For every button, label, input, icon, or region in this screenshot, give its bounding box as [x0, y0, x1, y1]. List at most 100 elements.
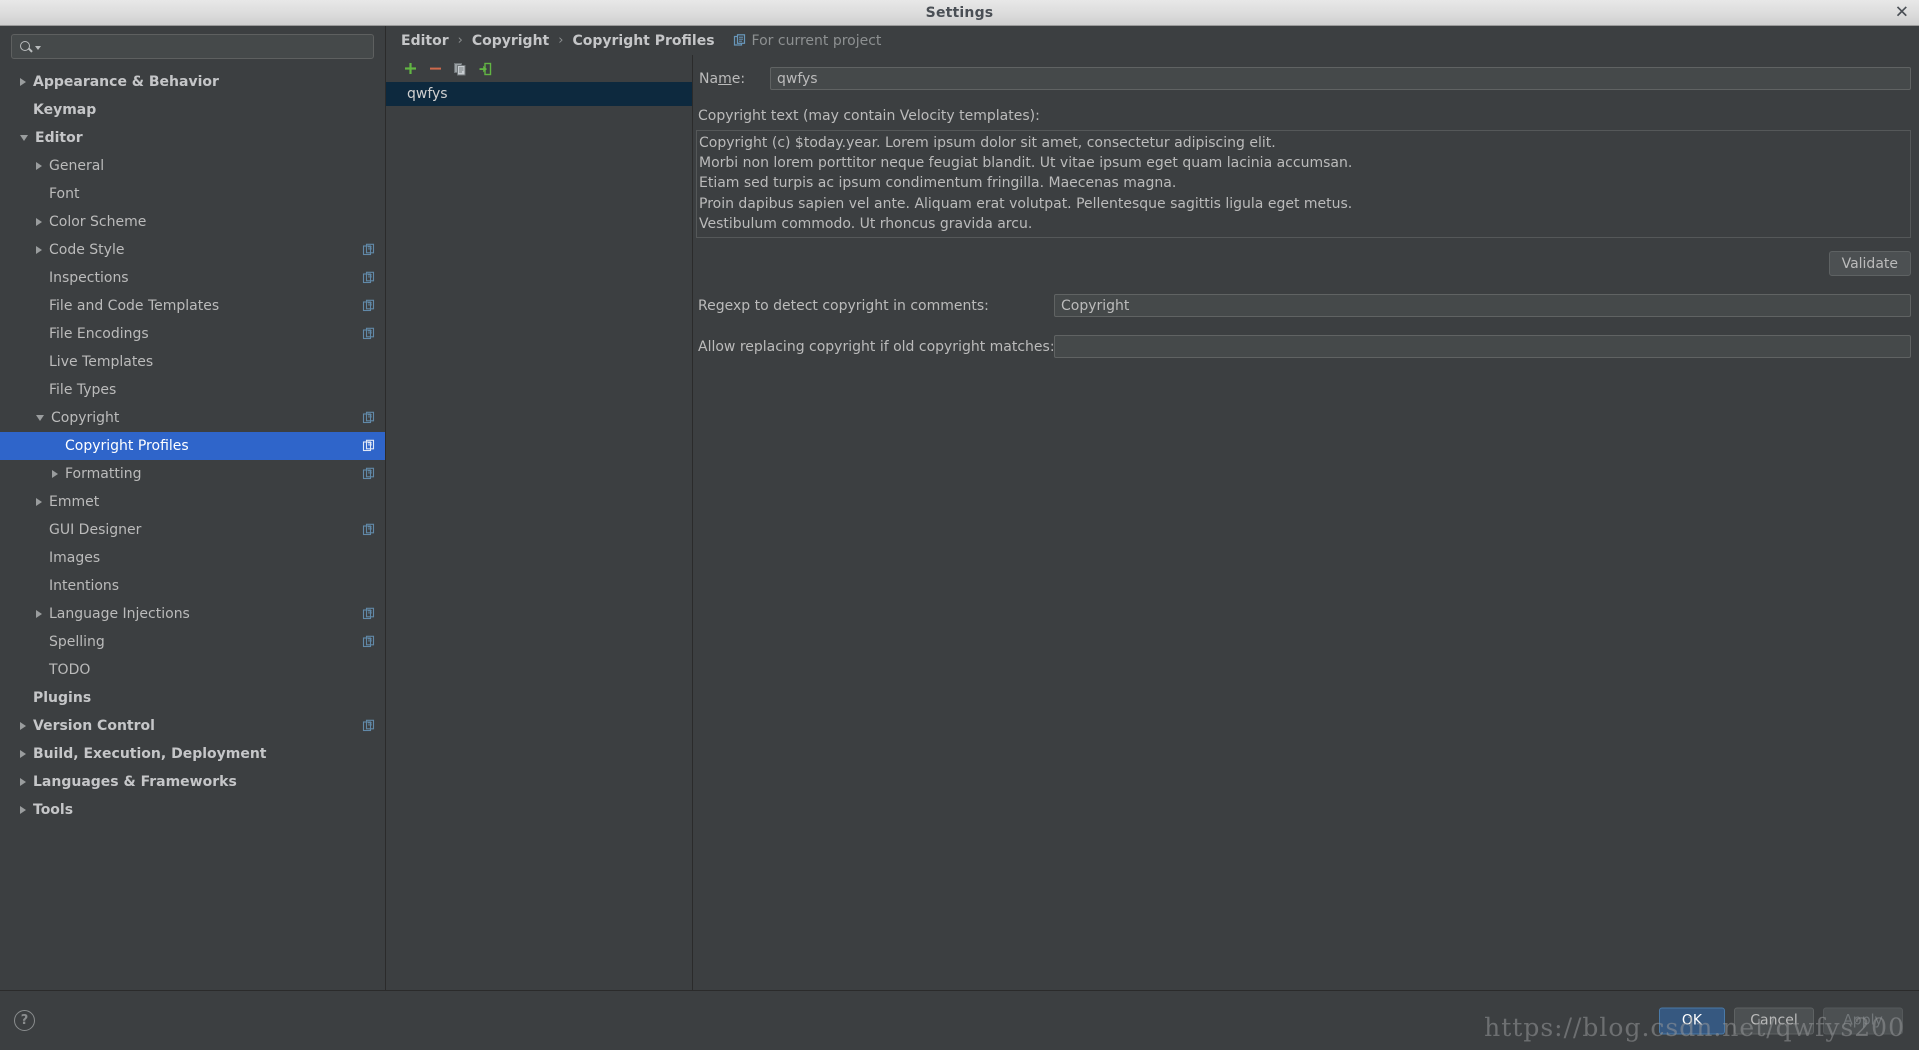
sidebar-item-language-injections[interactable]: Language Injections	[0, 600, 385, 628]
sidebar-item-label: Copyright	[51, 410, 120, 426]
sidebar-item-build-execution-deployment[interactable]: Build, Execution, Deployment	[0, 740, 385, 768]
chevron-right-icon[interactable]	[36, 162, 42, 170]
sidebar-item-label: Languages & Frameworks	[33, 774, 237, 790]
sidebar-item-tools[interactable]: Tools	[0, 796, 385, 824]
sidebar-item-appearance-behavior[interactable]: Appearance & Behavior	[0, 68, 385, 96]
profile-list-item-label: qwfys	[407, 86, 448, 102]
sidebar-item-label: Live Templates	[49, 354, 154, 370]
chevron-right-icon[interactable]	[36, 498, 42, 506]
project-scope-icon	[362, 327, 375, 341]
name-input[interactable]	[770, 67, 1911, 90]
sidebar-item-todo[interactable]: TODO	[0, 656, 385, 684]
profile-list-item[interactable]: qwfys	[386, 82, 692, 106]
sidebar-item-gui-designer[interactable]: GUI Designer	[0, 516, 385, 544]
project-scope-icon	[733, 34, 746, 47]
scope-note: For current project	[733, 32, 882, 49]
footer-buttons: OK Cancel Apply	[1659, 1007, 1903, 1034]
sidebar-item-emmet[interactable]: Emmet	[0, 488, 385, 516]
sidebar-item-file-and-code-templates[interactable]: File and Code Templates	[0, 292, 385, 320]
sidebar-item-copyright-profiles[interactable]: Copyright Profiles	[0, 432, 385, 460]
sidebar-item-label: Keymap	[33, 102, 97, 118]
sidebar-item-label: Intentions	[49, 578, 120, 594]
chevron-right-icon[interactable]	[36, 246, 42, 254]
sidebar-item-label: Code Style	[49, 242, 125, 258]
sidebar-item-label: Appearance & Behavior	[33, 74, 219, 90]
sidebar-item-formatting[interactable]: Formatting	[0, 460, 385, 488]
remove-profile-button[interactable]	[424, 58, 446, 80]
sidebar-item-intentions[interactable]: Intentions	[0, 572, 385, 600]
project-scope-icon	[362, 719, 375, 733]
regex-replace-input[interactable]	[1054, 335, 1911, 359]
validate-row: Validate	[696, 251, 1911, 277]
validate-button[interactable]: Validate	[1828, 251, 1911, 277]
settings-tree: Appearance & Behavior Keymap Editor General…	[0, 67, 385, 990]
sidebar-item-label: Spelling	[49, 634, 105, 650]
sidebar-item-images[interactable]: Images	[0, 544, 385, 572]
search-container	[0, 34, 385, 67]
import-profile-button[interactable]	[474, 58, 496, 80]
window-body: Appearance & Behavior Keymap Editor General…	[0, 26, 1919, 990]
title-bar: Settings ✕	[0, 0, 1919, 26]
profile-details: Name: Copyright text (may contain Veloci…	[693, 55, 1919, 990]
breadcrumb-separator: ›	[457, 33, 463, 48]
chevron-right-icon[interactable]	[20, 750, 26, 758]
sidebar-item-label: Version Control	[33, 718, 155, 734]
scope-note-label: For current project	[751, 32, 882, 49]
chevron-down-icon[interactable]	[35, 46, 41, 50]
sidebar-item-file-types[interactable]: File Types	[0, 376, 385, 404]
close-icon[interactable]: ✕	[1895, 4, 1909, 21]
search-box[interactable]	[11, 34, 374, 59]
sidebar-item-spelling[interactable]: Spelling	[0, 628, 385, 656]
apply-button[interactable]: Apply	[1823, 1007, 1903, 1034]
sidebar-item-languages-frameworks[interactable]: Languages & Frameworks	[0, 768, 385, 796]
sidebar-item-plugins[interactable]: Plugins	[0, 684, 385, 712]
project-scope-icon	[362, 271, 375, 285]
add-profile-button[interactable]	[399, 58, 421, 80]
chevron-right-icon[interactable]	[20, 806, 26, 814]
chevron-right-icon[interactable]	[20, 722, 26, 730]
chevron-right-icon[interactable]	[20, 78, 26, 86]
cancel-button[interactable]: Cancel	[1734, 1007, 1814, 1034]
sidebar-item-inspections[interactable]: Inspections	[0, 264, 385, 292]
sidebar-item-label: Formatting	[65, 466, 142, 482]
search-input[interactable]	[44, 39, 366, 54]
sidebar-item-label: Language Injections	[49, 606, 190, 622]
sidebar-item-general[interactable]: General	[0, 152, 385, 180]
sidebar-item-label: Plugins	[33, 690, 92, 706]
chevron-down-icon[interactable]	[36, 415, 44, 421]
content-pane: Editor › Copyright › Copyright Profiles	[386, 26, 1919, 990]
sidebar-item-label: Tools	[33, 802, 74, 818]
panes: qwfys Name: Copyright text (may contain …	[386, 55, 1919, 990]
sidebar-item-file-encodings[interactable]: File Encodings	[0, 320, 385, 348]
chevron-right-icon[interactable]	[20, 778, 26, 786]
copy-profile-button[interactable]	[449, 58, 471, 80]
project-scope-icon	[362, 243, 375, 257]
sidebar-item-font[interactable]: Font	[0, 180, 385, 208]
copyright-text-area[interactable]: Copyright (c) $today.year. Lorem ipsum d…	[696, 130, 1911, 239]
sidebar-item-copyright[interactable]: Copyright	[0, 404, 385, 432]
search-icon	[19, 40, 32, 53]
ok-button[interactable]: OK	[1659, 1007, 1725, 1034]
breadcrumb-item-0[interactable]: Editor	[401, 33, 449, 49]
sidebar-item-version-control[interactable]: Version Control	[0, 712, 385, 740]
chevron-right-icon[interactable]	[36, 218, 42, 226]
breadcrumb-separator: ›	[558, 33, 564, 48]
regex-detect-input[interactable]	[1054, 294, 1911, 318]
sidebar-item-label: File Types	[49, 382, 117, 398]
sidebar-item-live-templates[interactable]: Live Templates	[0, 348, 385, 376]
chevron-down-icon[interactable]	[20, 135, 28, 141]
chevron-right-icon[interactable]	[36, 610, 42, 618]
sidebar-item-color-scheme[interactable]: Color Scheme	[0, 208, 385, 236]
breadcrumb-item-1[interactable]: Copyright	[472, 33, 549, 49]
chevron-right-icon[interactable]	[52, 470, 58, 478]
sidebar-item-keymap[interactable]: Keymap	[0, 96, 385, 124]
sidebar-item-editor[interactable]: Editor	[0, 124, 385, 152]
help-icon[interactable]: ?	[14, 1010, 35, 1031]
sidebar-item-code-style[interactable]: Code Style	[0, 236, 385, 264]
sidebar-item-label: Copyright Profiles	[65, 438, 189, 454]
window-title: Settings	[925, 4, 994, 21]
